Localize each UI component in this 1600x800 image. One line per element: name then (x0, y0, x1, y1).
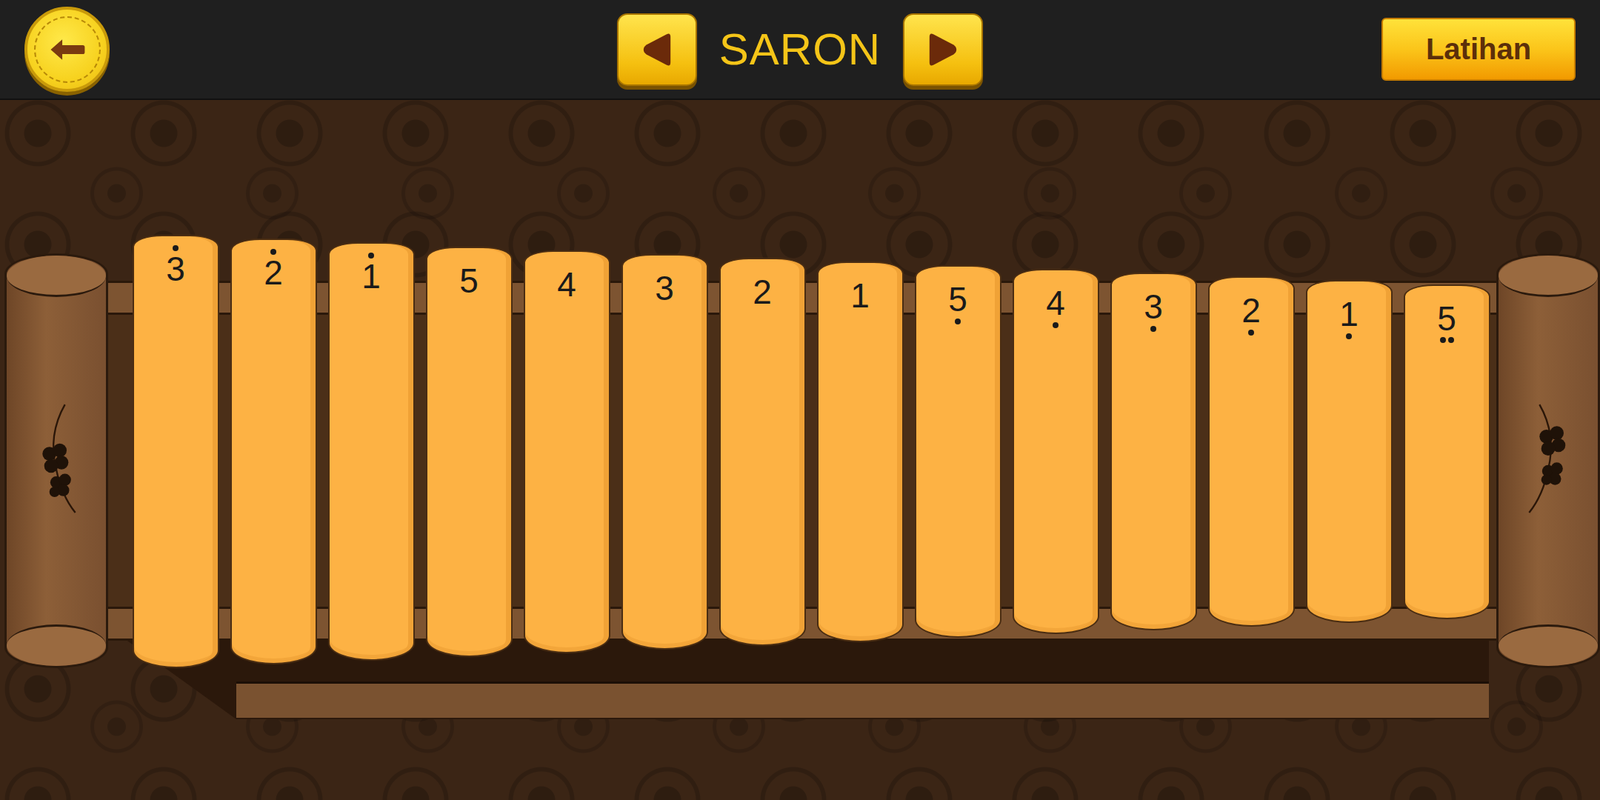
saron-bar[interactable]: 2 (1208, 276, 1295, 627)
bar-frame: 3 2 1 5 4 3 2 1 5 4 3 2 1 5 (108, 234, 1497, 669)
low-octave-dots (1345, 332, 1352, 340)
cylinder-cap (1498, 255, 1598, 298)
saron-screen: SARON Latihan 3 2 1 5 4 3 2 1 5 4 3 2 1 5 (0, 0, 1600, 800)
base-stripe (236, 681, 1489, 718)
left-cylinder (4, 253, 109, 669)
saron-bar[interactable]: 3 (1110, 272, 1198, 631)
bar-note: 4 (557, 267, 577, 302)
octave-dot (1440, 337, 1446, 343)
bar-note: 1 (361, 259, 381, 294)
bar-note: 2 (263, 255, 283, 290)
back-button[interactable] (24, 6, 110, 92)
octave-dot (954, 318, 961, 325)
back-ring (34, 16, 101, 83)
saron-bar[interactable]: 2 (719, 257, 806, 646)
high-octave-dots (368, 252, 375, 260)
saron-bar[interactable]: 5 (425, 246, 513, 658)
low-octave-dots (954, 317, 961, 325)
saron-bar[interactable]: 2 (230, 238, 318, 665)
top-bar: SARON Latihan (0, 0, 1600, 100)
low-octave-dots (1052, 321, 1059, 329)
left-triangle-icon (637, 30, 677, 69)
octave-dot (368, 252, 375, 259)
flower-icon (1522, 397, 1575, 524)
previous-instrument-button[interactable] (617, 13, 698, 86)
bar-note: 2 (752, 274, 772, 309)
high-octave-dots (270, 248, 277, 256)
practice-button[interactable]: Latihan (1381, 17, 1576, 81)
bar-note: 5 (1437, 301, 1457, 336)
instrument-row: 3 2 1 5 4 3 2 1 5 4 3 2 1 5 (0, 234, 1600, 669)
cylinder-cap (1498, 624, 1598, 666)
back-arrow-icon (48, 36, 87, 63)
saron-bar[interactable]: 5 (1403, 284, 1491, 620)
low-octave-dots (1248, 328, 1255, 336)
bar-note: 5 (459, 263, 479, 298)
next-instrument-button[interactable] (902, 13, 983, 86)
saron-bar[interactable]: 3 (621, 254, 709, 650)
cylinder-cap (6, 624, 106, 666)
octave-dot (1448, 337, 1455, 343)
bar-note: 1 (850, 278, 870, 313)
octave-dot (270, 248, 277, 255)
bar-note: 4 (1045, 285, 1066, 320)
octave-dot (1345, 333, 1352, 340)
low-octave-dots (1150, 325, 1157, 332)
saron-bar[interactable]: 1 (1305, 280, 1393, 623)
instrument-switcher: SARON (617, 13, 983, 86)
bar-note: 2 (1241, 293, 1261, 328)
bar-note: 3 (1143, 289, 1163, 324)
right-triangle-icon (923, 30, 963, 69)
bar-list: 3 2 1 5 4 3 2 1 5 4 3 2 1 5 (114, 234, 1491, 669)
saron-bar[interactable]: 4 (523, 250, 611, 654)
instrument-base (127, 640, 1489, 720)
cylinder-cap (6, 255, 106, 298)
right-cylinder (1496, 253, 1600, 669)
bar-note: 1 (1339, 297, 1359, 332)
high-octave-dots (172, 245, 179, 252)
bar-note: 3 (165, 251, 186, 286)
instrument-title: SARON (719, 23, 881, 75)
saron-bar[interactable]: 5 (914, 265, 1002, 638)
octave-dot (172, 245, 179, 252)
octave-dot (1052, 322, 1059, 329)
low-octave-dots (1440, 337, 1455, 344)
octave-dot (1248, 329, 1255, 336)
bar-note: 3 (654, 271, 675, 306)
stage: 3 2 1 5 4 3 2 1 5 4 3 2 1 5 (0, 100, 1600, 800)
saron-bar[interactable]: 1 (328, 242, 415, 661)
saron-bar[interactable]: 3 (132, 234, 220, 669)
octave-dot (1150, 325, 1157, 332)
flower-icon (30, 397, 83, 524)
saron-bar[interactable]: 4 (1012, 268, 1100, 635)
bar-note: 5 (948, 282, 968, 317)
saron-bar[interactable]: 1 (817, 261, 904, 643)
saron-instrument: 3 2 1 5 4 3 2 1 5 4 3 2 1 5 (0, 234, 1600, 669)
